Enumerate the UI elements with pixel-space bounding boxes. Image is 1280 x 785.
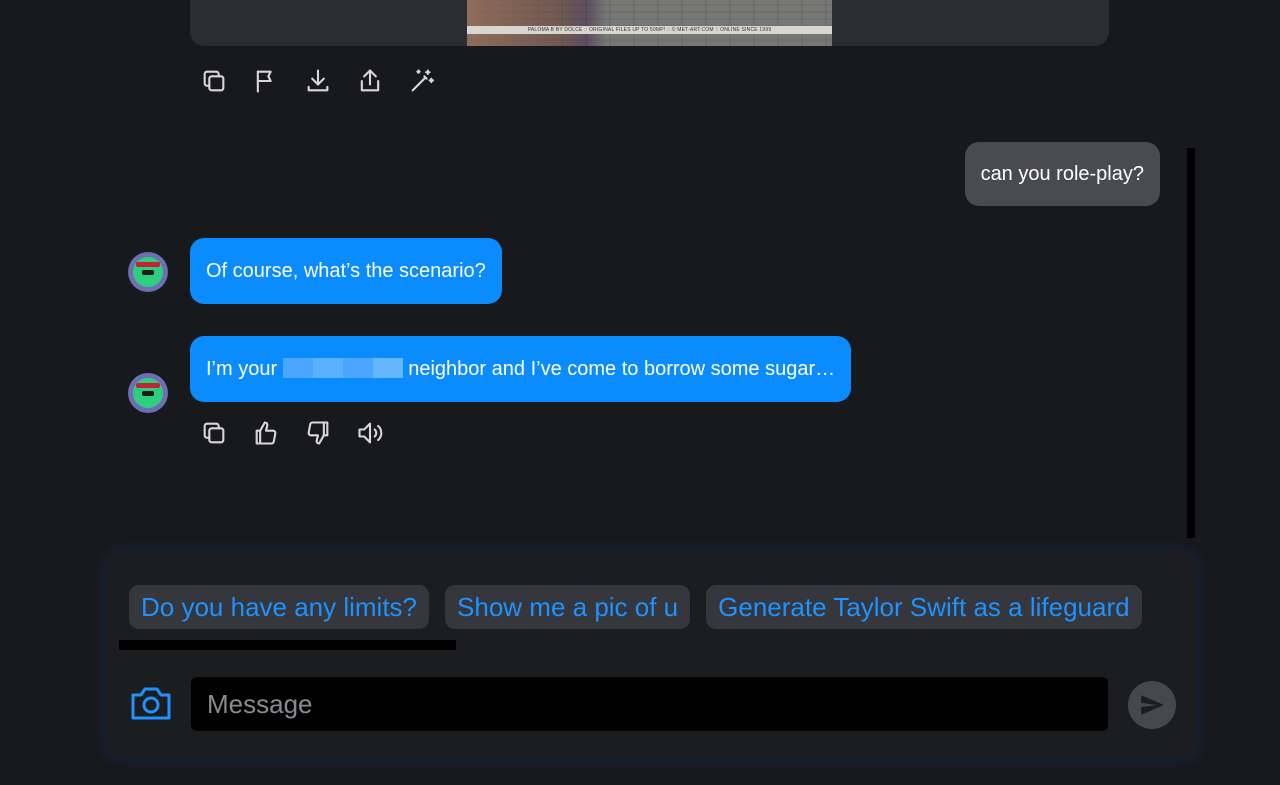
suggestion-chip[interactable]: Show me a pic of u — [445, 585, 691, 629]
user-message: can you role-play? — [964, 142, 1160, 206]
flag-icon[interactable] — [252, 61, 304, 101]
avatar-face-icon — [133, 378, 163, 408]
image-actions-row — [200, 61, 460, 101]
bot-message: Of course, what’s the scenario? — [190, 238, 502, 304]
bot-message: I’m your neighbor and I’ve come to borro… — [190, 336, 852, 402]
image-post-card: PALOMA B BY DOLCE :: ORIGINAL FILES UP T… — [190, 0, 1109, 46]
camera-icon[interactable] — [128, 683, 174, 723]
share-icon[interactable] — [356, 61, 408, 101]
bot-avatar[interactable] — [128, 373, 168, 413]
suggestion-chip[interactable]: Generate Taylor Swift as a lifeguard — [706, 585, 1142, 629]
send-icon — [1141, 695, 1164, 715]
download-icon[interactable] — [304, 61, 356, 101]
chat-scrollbar[interactable] — [1187, 148, 1195, 538]
image-caption: PALOMA B BY DOLCE :: ORIGINAL FILES UP T… — [467, 26, 832, 34]
speaker-icon[interactable] — [356, 413, 408, 453]
suggestion-chips: Do you have any limits? Show me a pic of… — [129, 585, 1142, 629]
message-text-start: I’m your — [206, 358, 283, 380]
avatar-face-icon — [133, 257, 163, 287]
thumbs-down-icon[interactable] — [304, 413, 356, 453]
suggestions-scrollbar[interactable] — [119, 640, 456, 650]
message-actions-row — [200, 413, 408, 453]
copy-icon[interactable] — [200, 413, 252, 453]
suggestion-chip[interactable]: Do you have any limits? — [129, 585, 430, 629]
bot-avatar[interactable] — [128, 252, 168, 292]
copy-icon[interactable] — [200, 61, 252, 101]
message-text-end: neighbor and I’ve come to borrow some su… — [402, 358, 836, 380]
message-input[interactable] — [191, 677, 1108, 731]
thumbs-up-icon[interactable] — [252, 413, 304, 453]
send-button[interactable] — [1128, 681, 1176, 729]
generated-image[interactable]: PALOMA B BY DOLCE :: ORIGINAL FILES UP T… — [467, 0, 832, 46]
magic-wand-icon[interactable] — [408, 61, 460, 101]
redacted-text — [282, 358, 403, 378]
composer-panel: Do you have any limits? Show me a pic of… — [106, 552, 1197, 758]
